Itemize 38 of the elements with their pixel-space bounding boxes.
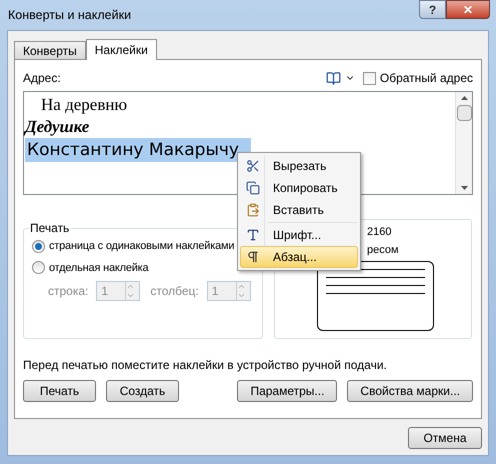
- spin-label: строка:: [48, 283, 88, 300]
- paragraph-icon: [246, 250, 260, 264]
- book-icon: [326, 70, 341, 86]
- scissors-icon: [246, 159, 260, 173]
- menu-item[interactable]: Вставить: [240, 199, 358, 221]
- radio-label: страница с одинаковыми наклейками: [49, 239, 234, 254]
- menu-item[interactable]: Шрифт...: [240, 224, 358, 246]
- spin-label: столбец:: [150, 283, 199, 300]
- address-label: Адрес:: [23, 70, 62, 87]
- tab[interactable]: Конверты: [14, 41, 86, 59]
- scroll-down-icon[interactable]: [460, 186, 468, 190]
- print-group-title: Печать: [29, 220, 70, 237]
- return-address-label: Обратный адрес: [380, 70, 473, 87]
- address-line: На деревню: [40, 94, 128, 116]
- menu-item[interactable]: Абзац...: [240, 246, 358, 268]
- radio-label: отдельная наклейка: [49, 260, 148, 276]
- scroll-up-icon[interactable]: [460, 96, 468, 100]
- return-address-checkbox[interactable]: [362, 72, 376, 84]
- address-book-button[interactable]: [326, 70, 355, 86]
- dialog-button[interactable]: Свойства марки...: [347, 380, 473, 402]
- radio-button[interactable]: [32, 261, 45, 274]
- cancel-button[interactable]: Отмена: [408, 427, 482, 449]
- dialog-button[interactable]: Печать: [23, 380, 96, 402]
- font-icon: [246, 228, 260, 242]
- scroll-thumb[interactable]: [456, 105, 472, 121]
- note-text: Перед печатью поместите наклейки в устройство ручной подачи.: [23, 357, 388, 374]
- dialog-button[interactable]: Создать: [106, 380, 179, 402]
- address-line: Дедушке: [25, 116, 90, 138]
- copy-icon: [246, 181, 260, 195]
- label-info-text: ресом: [367, 243, 399, 258]
- tab[interactable]: Наклейки: [86, 39, 157, 60]
- dialog-button[interactable]: Параметры...: [237, 380, 338, 402]
- clipboard-icon: [246, 203, 260, 217]
- scrollbar[interactable]: [455, 92, 472, 194]
- window-title: Конверты и наклейки: [8, 6, 132, 24]
- help-button[interactable]: ?: [419, 0, 446, 19]
- radio-button[interactable]: [32, 240, 45, 253]
- label-info-text: 2160: [367, 225, 392, 240]
